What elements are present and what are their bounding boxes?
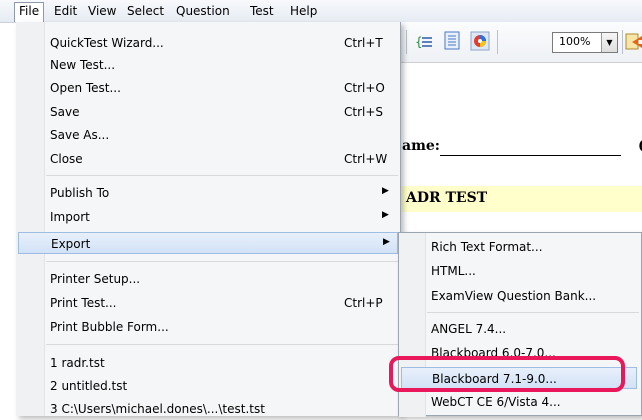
menu-item-label: 3 C:\Users\michael.dones\...\test.tst [50, 402, 265, 416]
zoom-value: 100% [559, 35, 591, 48]
menu-item-label: 1 radr.tst [50, 356, 105, 370]
svg-text:{: { [415, 35, 423, 49]
menu-edit[interactable]: Edit [50, 3, 81, 19]
menu-item-shortcut: Ctrl+P [344, 296, 383, 310]
menu-item-label: Save As... [50, 128, 110, 142]
recent-file-3[interactable]: 3 C:\Users\michael.dones\...\test.tst [16, 398, 400, 420]
export-html[interactable]: HTML... [399, 260, 641, 282]
menu-item-shortcut: Ctrl+O [344, 81, 385, 95]
test-title: ADR TEST [406, 190, 488, 206]
toolbar-separator [497, 30, 498, 54]
menu-item-open-test[interactable]: Open Test... Ctrl+O [16, 77, 400, 99]
export-rich-text-format[interactable]: Rich Text Format... [399, 236, 641, 258]
menu-item-label: New Test... [50, 58, 116, 72]
file-menu: QuickTest Wizard... Ctrl+T New Test... O… [16, 22, 401, 416]
menu-test[interactable]: Test [246, 3, 278, 19]
menu-item-shortcut: Ctrl+W [344, 152, 388, 166]
menu-separator [427, 312, 639, 313]
color-wheel-icon[interactable] [470, 30, 490, 52]
menu-separator [46, 344, 398, 345]
menu-item-export[interactable]: Export ▶ [18, 232, 398, 254]
menu-item-shortcut: Ctrl+T [344, 36, 383, 50]
menu-view[interactable]: View [84, 3, 120, 19]
menu-item-label: Printer Setup... [50, 272, 141, 286]
menu-separator [46, 261, 398, 262]
menu-item-label: Open Test... [50, 81, 121, 95]
recent-file-1[interactable]: 1 radr.tst [16, 352, 400, 374]
menu-item-print-bubble-form[interactable]: Print Bubble Form... [16, 316, 400, 338]
menu-item-label: 2 untitled.tst [50, 379, 128, 393]
menu-item-label: ExamView Question Bank... [431, 289, 597, 303]
menu-item-label: Export [51, 237, 91, 251]
recent-file-2[interactable]: 2 untitled.tst [16, 375, 400, 397]
menu-item-print-test[interactable]: Print Test... Ctrl+P [16, 292, 400, 314]
menu-item-label: Close [50, 152, 83, 166]
menu-item-publish-to[interactable]: Publish To ▶ [16, 182, 400, 204]
menu-item-label: Rich Text Format... [431, 240, 543, 254]
menu-item-label: WebCT CE 6/Vista 4... [431, 395, 561, 409]
export-webct[interactable]: WebCT CE 6/Vista 4... [399, 391, 641, 413]
submenu-arrow-icon: ▶ [382, 210, 389, 220]
zoom-select[interactable]: 100% ▼ [552, 32, 618, 53]
menu-item-label: Publish To [50, 186, 110, 200]
menu-item-new-test[interactable]: New Test... [16, 54, 400, 76]
name-field-trailing: ( [638, 138, 642, 154]
menu-item-label: ANGEL 7.4... [431, 322, 507, 336]
menu-item-close[interactable]: Close Ctrl+W [16, 148, 400, 170]
menu-item-label: Print Bubble Form... [50, 320, 169, 334]
name-field-label: ame: [402, 138, 440, 154]
submenu-arrow-icon: ▶ [383, 237, 390, 247]
menu-item-save-as[interactable]: Save As... [16, 124, 400, 146]
menu-item-save[interactable]: Save Ctrl+S [16, 101, 400, 123]
menu-question[interactable]: Question [172, 3, 234, 19]
menu-item-label: Import [50, 210, 90, 224]
outline-icon[interactable] [442, 30, 462, 52]
highlight-callout [389, 356, 625, 392]
menu-bar: File Edit View Select Question Test Help [0, 0, 642, 23]
menu-item-shortcut: Ctrl+S [344, 105, 384, 119]
menu-item-import[interactable]: Import ▶ [16, 206, 400, 228]
menu-item-label: QuickTest Wizard... [50, 36, 164, 50]
list-icon[interactable]: { [414, 30, 434, 52]
toolbar-separator [406, 30, 407, 54]
menu-item-printer-setup[interactable]: Printer Setup... [16, 268, 400, 290]
export-examview-question-bank[interactable]: ExamView Question Bank... [399, 285, 641, 307]
menu-separator [46, 175, 398, 176]
submenu-arrow-icon: ▶ [382, 186, 389, 196]
menu-file[interactable]: File [14, 2, 45, 22]
menu-help[interactable]: Help [286, 3, 321, 19]
name-field-line [440, 155, 621, 156]
menu-item-quicktest-wizard[interactable]: QuickTest Wizard... Ctrl+T [16, 32, 400, 54]
menu-select[interactable]: Select [123, 3, 168, 19]
menu-item-label: Print Test... [50, 296, 117, 310]
test-title-band: ADR TEST [400, 186, 642, 212]
document-top-border [400, 62, 642, 63]
chevron-down-icon[interactable]: ▼ [601, 33, 617, 52]
toolbar-separator [622, 30, 623, 54]
export-angel[interactable]: ANGEL 7.4... [399, 318, 641, 340]
export-icon[interactable] [624, 30, 642, 52]
menu-item-label: HTML... [431, 264, 476, 278]
menu-item-label: Save [50, 105, 80, 119]
